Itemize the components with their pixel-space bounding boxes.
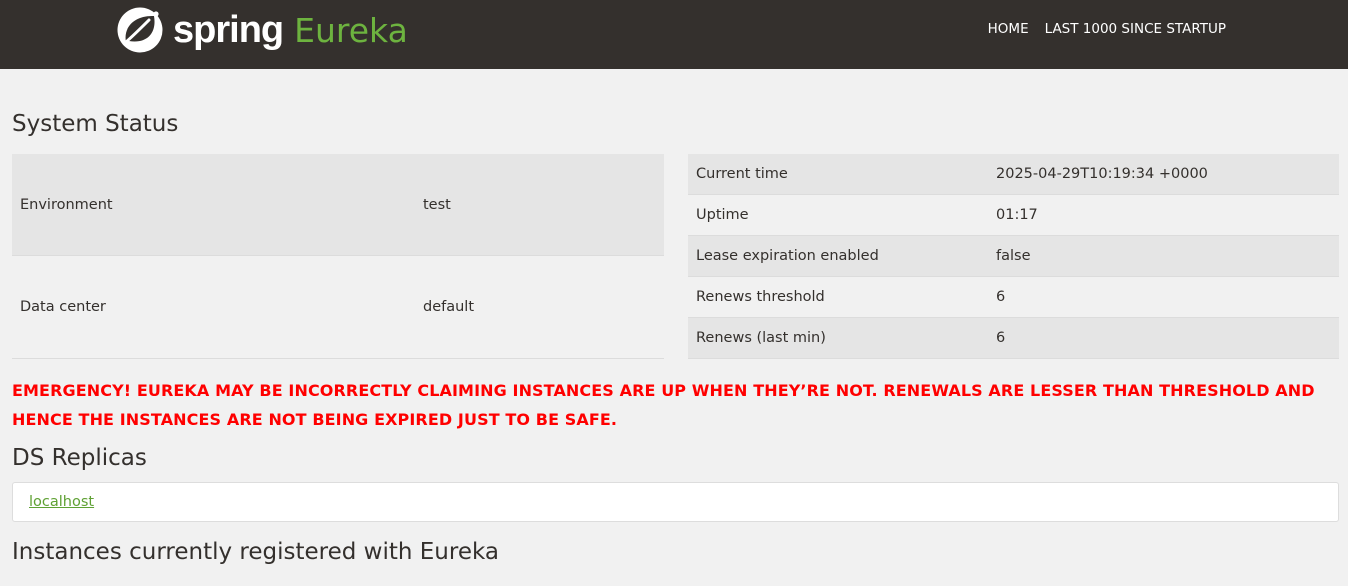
brand-logo[interactable]: spring Eureka xyxy=(117,7,408,53)
brand-spring-text: spring xyxy=(173,8,284,51)
system-status-left-table: Environment test Data center default xyxy=(12,154,664,359)
table-row: Data center default xyxy=(12,255,664,359)
spring-leaf-icon xyxy=(117,7,164,53)
status-value: 2025-04-29T10:19:34 +0000 xyxy=(988,154,1339,195)
instances-heading: Instances currently registered with Eure… xyxy=(12,539,499,565)
brand-eureka-text: Eureka xyxy=(294,10,408,50)
status-key: Renews (last min) xyxy=(688,317,988,359)
status-key: Data center xyxy=(12,255,415,359)
table-row: Lease expiration enabled false xyxy=(688,235,1339,277)
system-status-heading: System Status xyxy=(12,111,179,137)
nav-home-link[interactable]: HOME xyxy=(988,21,1029,37)
table-row: Current time 2025-04-29T10:19:34 +0000 xyxy=(688,154,1339,195)
ds-replicas-list: localhost xyxy=(12,482,1339,522)
system-status-right-table: Current time 2025-04-29T10:19:34 +0000 U… xyxy=(688,154,1339,359)
ds-replicas-heading: DS Replicas xyxy=(12,445,147,471)
status-value: 6 xyxy=(988,276,1339,318)
table-row: Environment test xyxy=(12,154,664,257)
status-key: Current time xyxy=(688,154,988,195)
nav-links: HOME LAST 1000 SINCE STARTUP xyxy=(972,21,1226,37)
status-key: Uptime xyxy=(688,194,988,236)
status-key: Lease expiration enabled xyxy=(688,235,988,277)
system-status-tables: Environment test Data center default Cur… xyxy=(12,154,1339,359)
main-content: System Status Environment test Data cent… xyxy=(0,69,1348,567)
status-value: test xyxy=(415,154,664,257)
table-row: Renews (last min) 6 xyxy=(688,317,1339,359)
emergency-warning: EMERGENCY! EUREKA MAY BE INCORRECTLY CLA… xyxy=(12,381,1315,429)
replica-link-localhost[interactable]: localhost xyxy=(29,494,94,510)
status-key: Environment xyxy=(12,154,415,257)
navbar: spring Eureka HOME LAST 1000 SINCE START… xyxy=(0,0,1348,69)
status-key: Renews threshold xyxy=(688,276,988,318)
table-row: Uptime 01:17 xyxy=(688,194,1339,236)
status-value: default xyxy=(415,255,664,359)
status-value: false xyxy=(988,235,1339,277)
status-value: 01:17 xyxy=(988,194,1339,236)
table-row: Renews threshold 6 xyxy=(688,276,1339,318)
nav-last-1000-link[interactable]: LAST 1000 SINCE STARTUP xyxy=(1045,21,1226,37)
status-value: 6 xyxy=(988,317,1339,359)
